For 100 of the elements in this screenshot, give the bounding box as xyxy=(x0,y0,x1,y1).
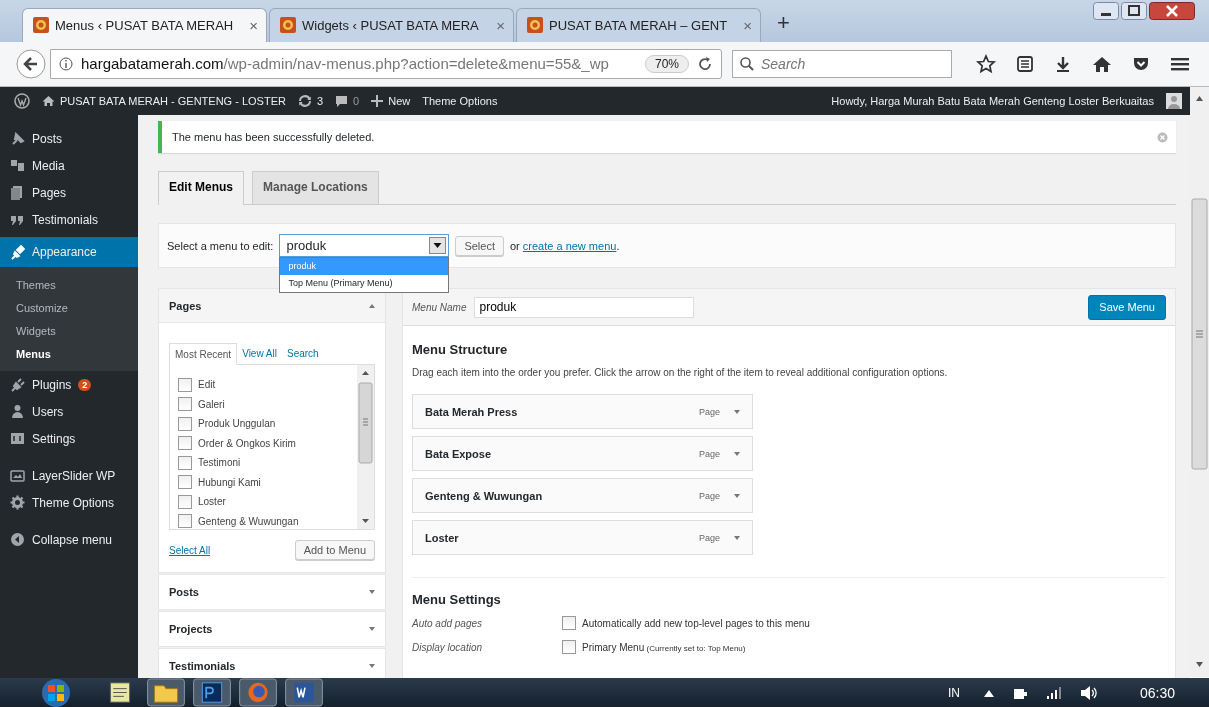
checkbox[interactable] xyxy=(178,494,192,509)
save-menu-button[interactable]: Save Menu xyxy=(1088,294,1166,320)
submenu-item[interactable]: Widgets xyxy=(0,320,138,343)
checkbox-label[interactable]: Automatically add new top-level pages to this menu xyxy=(582,617,810,629)
checkbox-label[interactable]: Loster xyxy=(198,496,226,508)
expand-arrow-icon[interactable] xyxy=(734,493,740,498)
menu-item-bar[interactable]: Loster Page xyxy=(412,520,753,555)
panel-tab[interactable]: Search xyxy=(282,343,324,364)
toggle-arrow-icon[interactable] xyxy=(369,303,375,308)
toggle-arrow-icon[interactable] xyxy=(369,627,375,631)
checkbox[interactable] xyxy=(178,455,192,470)
sidebar-item[interactable]: Pages xyxy=(0,179,138,206)
checkbox[interactable] xyxy=(178,377,192,392)
clock[interactable]: 06:30 xyxy=(1139,684,1175,701)
checkbox-label[interactable]: Primary Menu (Currently set to: Top Menu) xyxy=(582,641,746,653)
back-icon[interactable] xyxy=(16,48,46,79)
plus-icon xyxy=(371,95,384,107)
sidebar-item[interactable]: Appearance xyxy=(0,237,138,267)
sidebar-item[interactable]: Testimonials xyxy=(0,206,138,233)
close-icon[interactable] xyxy=(1149,2,1195,20)
sidebar-item[interactable]: LayerSlider WP xyxy=(0,462,138,489)
nav-tab[interactable]: Manage Locations xyxy=(252,171,379,204)
site-link[interactable]: PUSAT BATA MERAH - GENTENG - LOSTER xyxy=(42,95,286,107)
comments-link[interactable]: 0 xyxy=(335,94,360,108)
checkbox[interactable] xyxy=(178,436,192,451)
menu-item-bar[interactable]: Bata Merah Press Page xyxy=(412,394,753,429)
up-arrow-icon[interactable] xyxy=(983,688,994,697)
select-all-link[interactable]: Select All xyxy=(169,544,211,556)
section-header[interactable]: Posts xyxy=(159,575,385,609)
wordpress-logo-icon[interactable] xyxy=(14,93,30,109)
close-icon[interactable]: × xyxy=(743,16,752,34)
section-header[interactable]: Projects xyxy=(159,612,385,646)
select-button[interactable]: Select xyxy=(455,235,504,256)
sidebar-item[interactable]: Plugins 2 xyxy=(0,371,138,398)
checkbox[interactable] xyxy=(178,514,192,529)
reading-list-icon[interactable] xyxy=(1016,54,1034,73)
checkbox[interactable] xyxy=(178,397,192,412)
submenu-item[interactable]: Menus xyxy=(0,343,138,366)
comment-icon xyxy=(335,94,349,108)
sidebar-item[interactable]: Theme Options xyxy=(0,489,138,516)
sidebar-item[interactable]: Users xyxy=(0,398,138,425)
checkbox-label[interactable]: Hubungi Kami xyxy=(198,476,261,488)
language-indicator[interactable]: IN xyxy=(947,685,960,700)
checkbox[interactable] xyxy=(178,475,192,490)
checkbox-label[interactable]: Edit xyxy=(198,379,216,391)
star-icon[interactable] xyxy=(976,53,996,74)
browser-tab[interactable]: Menus ‹ PUSAT BATA MERAH × xyxy=(22,7,267,42)
zoom-level[interactable]: 70% xyxy=(644,54,689,73)
theme-options-link[interactable]: Theme Options xyxy=(422,95,498,107)
address-bar[interactable]: hargabatamerah.com/wp-admin/nav-menus.php?action=delete&menu=55&_wp 70% xyxy=(50,48,722,79)
add-to-menu-button[interactable]: Add to Menu xyxy=(294,540,375,560)
browser-tab[interactable]: PUSAT BATA MERAH – GENT × xyxy=(516,7,761,42)
checkbox-label[interactable]: Produk Unggulan xyxy=(198,418,276,430)
search-field[interactable]: Search xyxy=(732,49,952,78)
checkbox[interactable] xyxy=(562,616,576,630)
expand-arrow-icon[interactable] xyxy=(734,409,740,414)
checkbox-label[interactable]: Genteng & Wuwungan xyxy=(198,515,299,527)
reload-icon[interactable] xyxy=(697,55,713,72)
folder-icon[interactable] xyxy=(146,678,186,707)
sidebar-item[interactable]: Posts xyxy=(0,125,138,152)
browser-tab[interactable]: Widgets ‹ PUSAT BATA MERA × xyxy=(269,7,514,42)
updates-link[interactable]: 3 xyxy=(297,94,324,108)
section-header[interactable]: Pages xyxy=(159,289,385,323)
expand-arrow-icon[interactable] xyxy=(734,451,740,456)
home-icon[interactable] xyxy=(1092,54,1112,73)
sidebar-item[interactable]: Media xyxy=(0,152,138,179)
dropdown-option[interactable]: Top Menu (Primary Menu) xyxy=(280,275,449,292)
signal-icon[interactable] xyxy=(1045,685,1062,700)
maximize-icon[interactable] xyxy=(1121,2,1147,20)
new-link[interactable]: New xyxy=(371,95,411,107)
checkbox[interactable] xyxy=(562,640,576,654)
submenu-item[interactable]: Customize xyxy=(0,297,138,320)
toggle-arrow-icon[interactable] xyxy=(369,664,375,668)
close-icon[interactable]: × xyxy=(249,16,258,34)
volume-icon[interactable] xyxy=(1079,684,1098,701)
download-icon[interactable] xyxy=(1054,54,1072,73)
scrollbar[interactable] xyxy=(1190,87,1209,677)
checkbox[interactable] xyxy=(178,416,192,431)
section-header[interactable]: Testimonials xyxy=(159,649,385,678)
item-type-label: Page xyxy=(698,532,720,543)
scrollbar[interactable] xyxy=(357,365,374,529)
sidebar-item[interactable]: Settings xyxy=(0,425,138,452)
panel-tab[interactable]: View All xyxy=(237,343,282,364)
nav-tab[interactable]: Edit Menus xyxy=(158,171,244,205)
submenu-item[interactable]: Themes xyxy=(0,274,138,297)
checkbox-label[interactable]: Testimoni xyxy=(198,457,241,469)
new-tab-button[interactable]: + xyxy=(763,9,804,42)
minimize-icon[interactable] xyxy=(1093,2,1119,20)
close-icon[interactable]: × xyxy=(496,16,505,34)
menu-item-bar[interactable]: Genteng & Wuwungan Page xyxy=(412,478,753,513)
panel-tab[interactable]: Most Recent xyxy=(169,343,238,365)
expand-arrow-icon[interactable] xyxy=(734,535,740,540)
menu-dropdown[interactable]: produk xyxy=(279,234,450,257)
checkbox-label[interactable]: Order & Ongkos Kirim xyxy=(198,437,296,449)
sidebar-item[interactable]: Collapse menu xyxy=(0,526,138,553)
account-link[interactable]: Howdy, Harga Murah Batu Bata Merah Genteng Loster Berkuaitas xyxy=(831,95,1154,107)
menu-name-field[interactable]: produk xyxy=(474,296,695,318)
toggle-arrow-icon[interactable] xyxy=(369,590,375,594)
menu-item-bar[interactable]: Bata Expose Page xyxy=(412,436,753,471)
checkbox-label[interactable]: Galeri xyxy=(198,398,225,410)
